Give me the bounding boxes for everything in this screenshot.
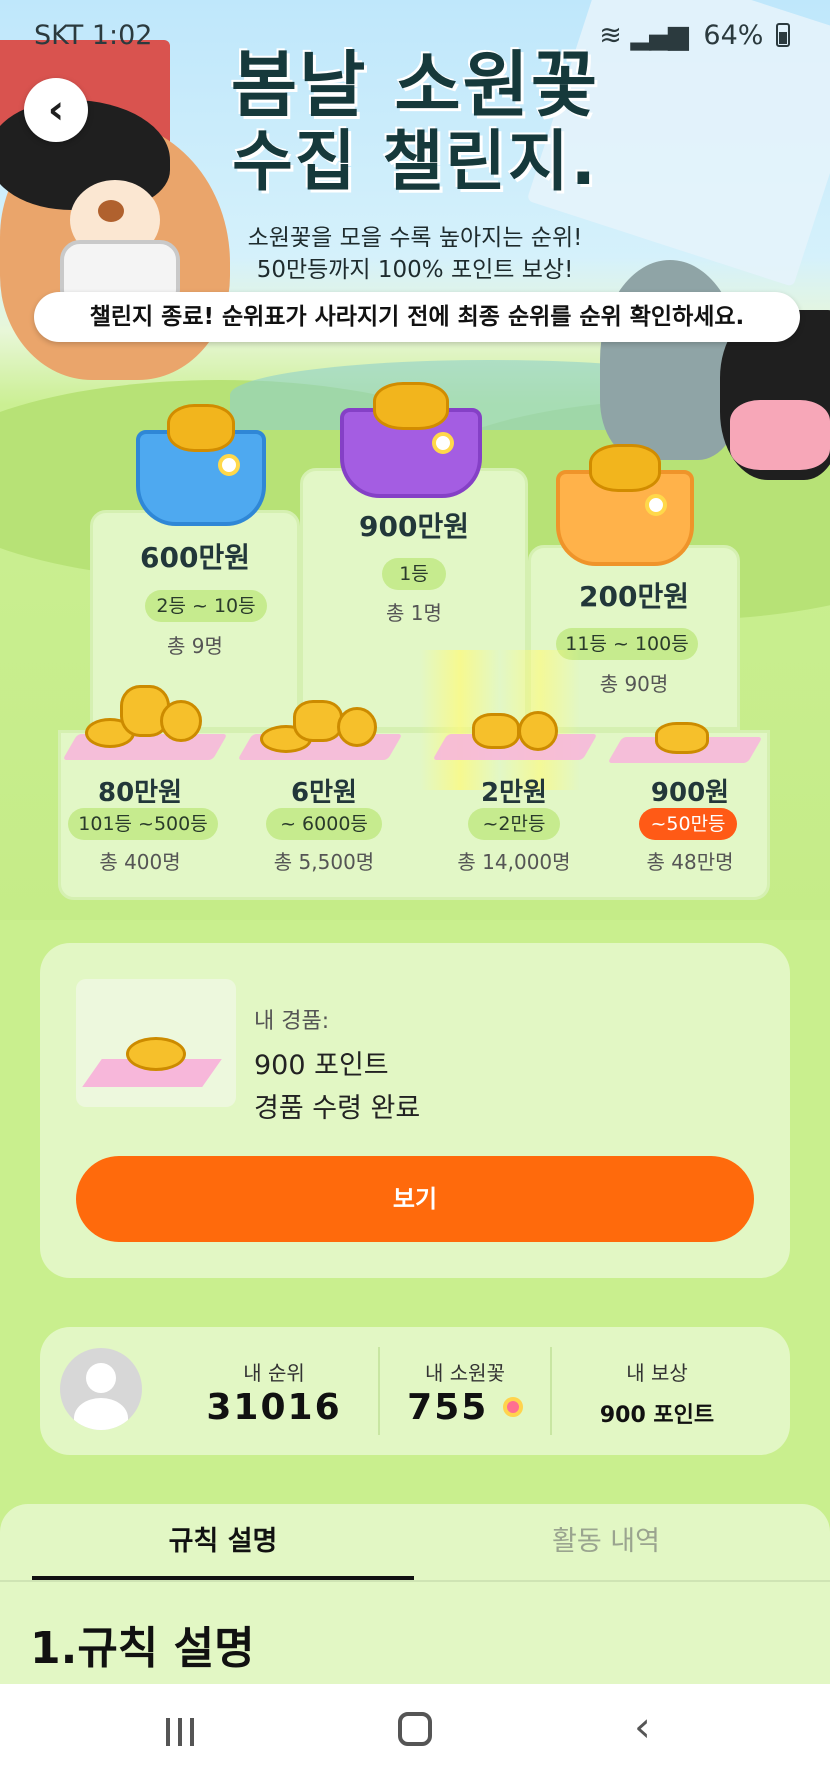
view-button[interactable]: 보기 (76, 1156, 754, 1242)
my-stats-card: 내 순위 31016 내 소원꽃 755 내 보상 900 포인트 (40, 1327, 790, 1455)
subtitle-line2: 50만등까지 100% 포인트 보상! (256, 257, 574, 283)
my-reward-value: 900 포인트 (599, 1403, 715, 1428)
first-prize-amount: 900만원 (359, 510, 469, 543)
tier-amount: 80만원 (97, 778, 183, 808)
my-flower-value-row: 755 (380, 1387, 550, 1428)
coin-stack-illustration (607, 718, 763, 763)
tier-amount: 2만원 (481, 778, 547, 808)
tab-activity-history[interactable]: 활동 내역 (414, 1504, 798, 1580)
tier-rank-badge: 101등 ~500등 (68, 808, 218, 840)
my-flower-value: 755 (407, 1387, 489, 1428)
my-prize-card: 내 경품: 900 포인트 경품 수령 완료 보기 (40, 943, 790, 1278)
tier-amount: 6만원 (291, 778, 357, 808)
coin-stack-illustration (62, 680, 228, 760)
my-reward-stat: 내 보상 900 포인트 (552, 1327, 762, 1455)
active-tab-indicator (32, 1576, 414, 1580)
prize-label: 내 경품: (254, 1009, 330, 1034)
blue-basket-illustration (136, 404, 266, 526)
first-rank-badge: 1등 (382, 558, 446, 590)
my-reward-label: 내 보상 (626, 1361, 688, 1385)
tier-rank-badge-highlight: ~50만등 (639, 808, 737, 840)
statue-illustration (600, 260, 740, 460)
tier-amount: 900원 (650, 778, 730, 808)
tab-divider (0, 1580, 830, 1582)
page-title-line2: 수집 챌린지. (232, 123, 598, 200)
prize-name: 900 포인트 (254, 1050, 389, 1081)
back-nav-icon[interactable]: ‹ (634, 1706, 651, 1748)
tab-rules[interactable]: 규칙 설명 (32, 1504, 414, 1580)
tier-rank-badge: ~ 6000등 (266, 808, 382, 840)
coin-stack-illustration (237, 695, 403, 760)
my-rank-label: 내 순위 (243, 1361, 305, 1385)
tier-winner-count: 총 48만명 (646, 850, 734, 874)
home-icon[interactable] (398, 1712, 432, 1746)
flower-icon (502, 1397, 523, 1417)
section-title: 1.규칙 설명 (30, 1623, 255, 1674)
coin-stack-illustration (432, 705, 598, 760)
tabs-panel: 규칙 설명 활동 내역 1.규칙 설명 (0, 1504, 830, 1684)
system-nav-bar: ‹ (0, 1684, 830, 1780)
recent-apps-icon[interactable] (166, 1718, 202, 1746)
subtitle-line1: 소원꽃을 모을 수록 높아지는 순위! (247, 225, 583, 251)
my-rank-stat: 내 순위 31016 (170, 1327, 378, 1455)
second-rank-badge: 2등 ~ 10등 (145, 590, 267, 622)
prize-coin-illustration (76, 979, 236, 1107)
my-rank-value: 31016 (206, 1387, 342, 1428)
purple-basket-illustration (340, 382, 482, 498)
first-winner-count: 총 1명 (386, 601, 442, 625)
challenge-end-notice: 챌린지 종료! 순위표가 사라지기 전에 최종 순위를 순위 확인하세요. (34, 292, 800, 342)
tier-winner-count: 총 5,500명 (273, 850, 375, 874)
third-prize-amount: 200만원 (579, 580, 689, 613)
my-flower-stat: 내 소원꽃 755 (380, 1327, 550, 1455)
orange-basket-illustration (556, 444, 694, 566)
tier-winner-count: 총 14,000명 (457, 850, 571, 874)
second-winner-count: 총 9명 (167, 634, 223, 658)
avatar[interactable] (60, 1348, 142, 1430)
prize-status: 경품 수령 완료 (254, 1093, 421, 1124)
tier-rank-badge: ~2만등 (468, 808, 560, 840)
my-flower-label: 내 소원꽃 (425, 1361, 505, 1385)
tier-winner-count: 총 400명 (99, 850, 181, 874)
second-prize-amount: 600만원 (140, 541, 250, 574)
